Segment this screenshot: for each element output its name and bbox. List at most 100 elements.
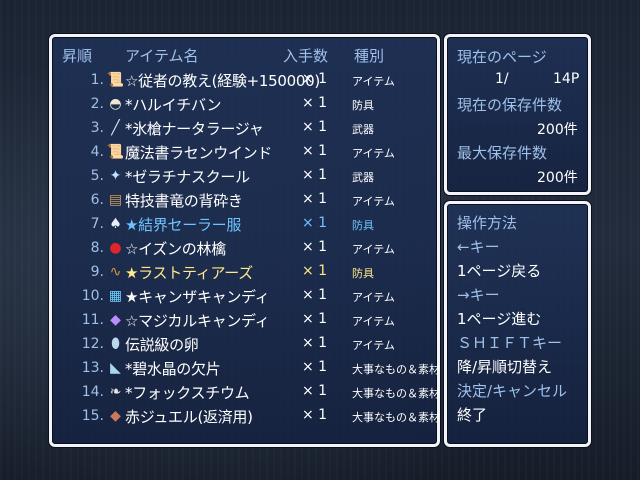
row-quantity: × 1 xyxy=(302,167,328,183)
crystal-shard-icon: ◣ xyxy=(110,360,121,376)
row-rank: 1. xyxy=(90,72,104,88)
row-rank: 14. xyxy=(81,384,104,400)
row-item-name: *ハルイチバン xyxy=(125,96,222,114)
item-list-window: 昇順 アイテム名 入手数 種別 1. 📜 ☆従者の教え(経験+150000) × 1ア… xyxy=(49,34,440,447)
candy-box-icon: ▦ xyxy=(108,288,123,304)
table-row[interactable]: 10. ▦ ★キャンザキャンディ × 1 アイテム xyxy=(52,285,437,309)
controls-help-window: 操作方法 ←キー 1ページ戻る →キー 1ページ進む ＳＨＩＦＴキー 降/昇順切… xyxy=(444,201,591,447)
help-next-page: 1ページ進む xyxy=(457,310,542,328)
header-rank[interactable]: 昇順 xyxy=(62,45,92,66)
total-pages-value: 14P xyxy=(553,71,580,87)
help-toggle-order: 降/昇順切替え xyxy=(457,358,553,376)
feather-icon: ❧ xyxy=(109,384,122,400)
row-item-name: 赤ジュエル(返済用) xyxy=(125,408,253,426)
table-row[interactable]: 11. ◆ ☆マジカルキャンディ × 1 アイテム xyxy=(52,309,437,333)
row-item-name: 魔法書ラセンウインド xyxy=(125,144,273,162)
row-category: アイテム xyxy=(352,291,395,304)
row-category: 防具 xyxy=(352,99,374,112)
row-quantity: × 1 xyxy=(302,143,328,159)
row-rank: 10. xyxy=(81,288,104,304)
row-category: 防具 xyxy=(352,267,374,280)
row-quantity: × 1 xyxy=(302,335,328,351)
row-item-name: *氷槍ナータラージャ xyxy=(125,120,264,138)
row-rank: 7. xyxy=(90,216,104,232)
table-row[interactable]: 6. ▤ 特技書竜の背砕き × 1 アイテム xyxy=(52,189,437,213)
table-row[interactable]: 15. ◆ 赤ジュエル(返済用) × 1 大事なもの＆素材 xyxy=(52,405,440,429)
row-rank: 2. xyxy=(90,96,104,112)
row-quantity: × 1 xyxy=(302,191,328,207)
help-left-key: ←キー xyxy=(457,238,500,256)
max-count-label: 最大保存件数 xyxy=(457,144,548,162)
row-category: アイテム xyxy=(352,339,395,352)
scroll-icon: 📜 xyxy=(106,144,125,160)
help-exit: 終了 xyxy=(457,406,488,424)
candy-icon: ◆ xyxy=(110,312,121,328)
row-item-name: ★結界セーラー服 xyxy=(125,216,242,234)
row-quantity: × 1 xyxy=(302,71,328,87)
row-category: アイテム xyxy=(352,75,395,88)
row-rank: 4. xyxy=(90,144,104,160)
help-title: 操作方法 xyxy=(457,214,518,232)
row-item-name: ☆マジカルキャンディ xyxy=(125,312,270,330)
help-shift-key: ＳＨＩＦＴキー xyxy=(457,334,563,352)
row-quantity: × 1 xyxy=(302,263,328,279)
row-category: アイテム xyxy=(352,147,395,160)
row-quantity: × 1 xyxy=(302,359,328,375)
row-rank: 8. xyxy=(90,240,104,256)
row-rank: 11. xyxy=(81,312,104,328)
table-row[interactable]: 8. ● ☆イズンの林檎 × 1 アイテム xyxy=(52,237,437,261)
saved-count-value: 200件 xyxy=(537,122,578,138)
row-category: 防具 xyxy=(352,219,374,232)
book-icon: ▤ xyxy=(108,192,123,208)
row-rank: 9. xyxy=(90,264,104,280)
necklace-icon: ∿ xyxy=(109,264,122,280)
sailor-suit-icon: ♠ xyxy=(109,216,122,232)
egg-icon: ⬮ xyxy=(111,336,120,352)
table-row[interactable]: 14. ❧ *フォックスチウム × 1 大事なもの＆素材 xyxy=(52,381,440,405)
row-item-name: 特技書竜の背砕き xyxy=(125,192,243,210)
row-quantity: × 1 xyxy=(302,287,328,303)
help-confirm-cancel: 決定/キャンセル xyxy=(457,382,568,400)
row-category: 武器 xyxy=(352,171,374,184)
hat-icon: ◓ xyxy=(109,96,122,112)
row-item-name: ☆イズンの林檎 xyxy=(125,240,226,258)
table-row[interactable]: 13. ◣ *碧水晶の欠片 × 1 大事なもの＆素材 xyxy=(52,357,440,381)
row-quantity: × 1 xyxy=(302,95,328,111)
row-rank: 13. xyxy=(81,360,104,376)
row-item-name: *フォックスチウム xyxy=(125,384,250,402)
row-category: アイテム xyxy=(352,195,395,208)
row-category: 大事なもの＆素材 xyxy=(352,387,440,400)
header-item-name: アイテム名 xyxy=(125,47,199,65)
header-quantity: 入手数 xyxy=(283,47,329,65)
row-item-name: ☆従者の教え(経験+150000) xyxy=(125,72,320,90)
spear-icon: ╱ xyxy=(111,120,120,136)
table-row[interactable]: 3. ╱ *氷槍ナータラージャ × 1 武器 xyxy=(52,117,437,141)
row-quantity: × 1 xyxy=(302,119,328,135)
table-row[interactable]: 9. ∿ ★ラストティアーズ × 1 防具 xyxy=(52,261,437,285)
row-rank: 3. xyxy=(90,120,104,136)
table-row[interactable]: 4. 📜 魔法書ラセンウインド × 1 アイテム xyxy=(52,141,437,165)
help-prev-page: 1ページ戻る xyxy=(457,262,542,280)
row-rank: 15. xyxy=(81,408,104,424)
table-row[interactable]: 1. 📜 ☆従者の教え(経験+150000) × 1 アイテム xyxy=(52,69,437,93)
table-row[interactable]: 2. ◓ *ハルイチバン × 1 防具 xyxy=(52,93,437,117)
header-category: 種別 xyxy=(354,47,385,65)
row-item-name: 伝説級の卵 xyxy=(125,336,199,354)
row-quantity: × 1 xyxy=(302,215,328,231)
table-row[interactable]: 7. ♠ ★結界セーラー服 × 1 防具 xyxy=(52,213,437,237)
table-row[interactable]: 12. ⬮ 伝説級の卵 × 1 アイテム xyxy=(52,333,437,357)
scroll-ribbon-icon: 📜 xyxy=(106,72,125,88)
row-category: アイテム xyxy=(352,243,395,256)
current-page-label: 現在のページ xyxy=(457,48,547,66)
row-rank: 6. xyxy=(90,192,104,208)
page-info-window: 現在のページ 1/ 14P 現在の保存件数 200件 最大保存件数 200件 xyxy=(444,34,591,195)
row-item-name: *ゼラチナスクール xyxy=(125,168,250,186)
table-row[interactable]: 5. ✦ *ゼラチナスクール × 1 武器 xyxy=(52,165,437,189)
row-rank: 12. xyxy=(81,336,104,352)
row-item-name: ★ラストティアーズ xyxy=(125,264,253,282)
row-category: アイテム xyxy=(352,315,395,328)
row-quantity: × 1 xyxy=(302,383,328,399)
row-category: 武器 xyxy=(352,123,374,136)
jewel-icon: ◆ xyxy=(110,408,121,424)
help-right-key: →キー xyxy=(457,286,500,304)
